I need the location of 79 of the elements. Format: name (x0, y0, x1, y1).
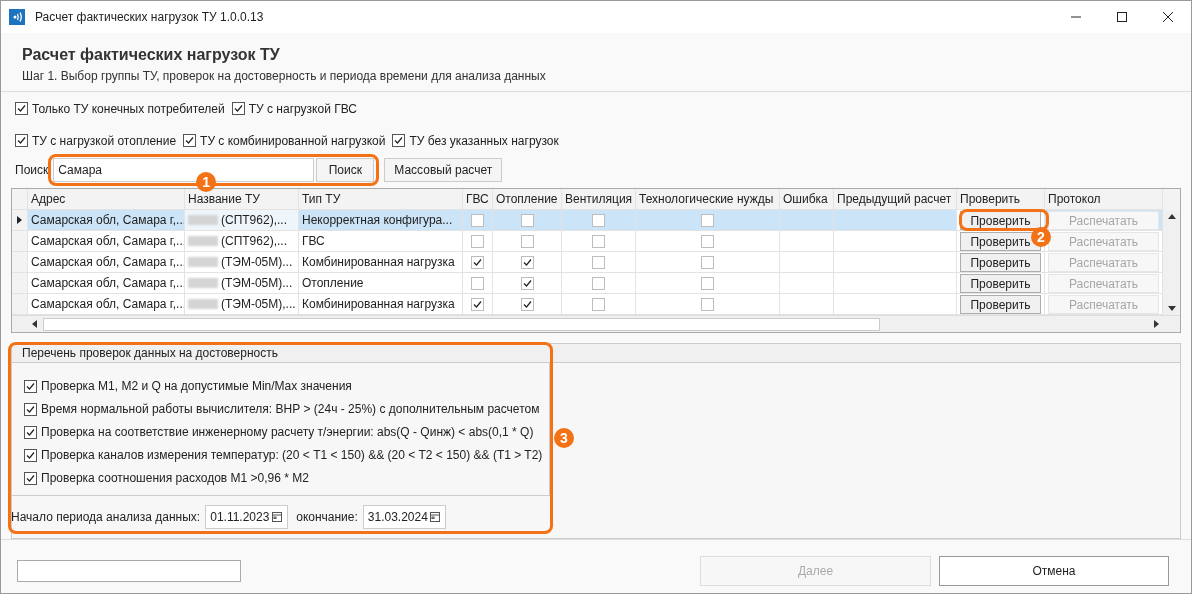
checkbox[interactable] (24, 379, 37, 393)
row-header[interactable] (12, 210, 28, 231)
search-button[interactable]: Поиск (316, 158, 375, 182)
checkbox-label: ТУ с нагрузкой ГВС (248, 100, 357, 118)
checkbox[interactable] (592, 213, 605, 227)
scroll-thumb[interactable] (43, 317, 880, 331)
date-label: Начало периода анализа данных: (11, 509, 201, 526)
checkbox-label: Проверка каналов измерения температур: (20 < T1 < 150) && (20 < T2 < 150) && (T1 > T2) (41, 447, 543, 464)
checkbox[interactable] (701, 234, 714, 248)
checkbox[interactable] (24, 448, 37, 462)
date-field[interactable]: 01.11.2023 (205, 505, 289, 529)
search-label: Поиск (15, 162, 49, 179)
scroll-down-icon[interactable] (1167, 306, 1176, 311)
vertical-scrollbar[interactable] (1163, 210, 1180, 315)
checkbox-label: Время нормальной работы вычислителя: ВНР > (24ч - 25%) с дополнительным расчетом (41, 401, 540, 418)
calendar-icon[interactable] (271, 511, 284, 523)
checkbox-label: Проверка на соответствие инженерному расчету т/энергии: abs(Q - Qинж) < abs(0,1 * Q) (41, 424, 534, 441)
window-title: Расчет фактических нагрузок ТУ 1.0.0.13 (35, 9, 264, 26)
maximize-icon (1117, 12, 1127, 22)
checkbox[interactable] (471, 297, 484, 311)
checkbox[interactable] (701, 213, 714, 227)
page-title: Расчет фактических нагрузок ТУ (22, 45, 281, 65)
table-cell-text: (ТЭМ-05М)... (221, 275, 293, 292)
panel-header: Перечень проверок данных на достоверность (12, 344, 1180, 363)
checkbox[interactable] (231, 102, 245, 115)
checkbox[interactable] (183, 134, 197, 147)
app-icon (9, 9, 25, 25)
checkbox[interactable] (520, 255, 534, 269)
checkbox[interactable] (701, 276, 714, 290)
checkbox[interactable] (15, 102, 28, 115)
checkbox-label: Проверка M1, M2 и Q на допустимые Min/Max значения (41, 378, 352, 395)
redacted-blur (188, 236, 218, 246)
checkbox-label: Только ТУ конечных потребителей (32, 100, 225, 118)
checkbox[interactable] (24, 425, 37, 439)
checkbox[interactable] (15, 134, 28, 147)
checkbox[interactable] (592, 234, 605, 248)
checkbox[interactable] (471, 234, 484, 248)
checkbox[interactable] (392, 134, 406, 147)
checkbox[interactable] (592, 255, 605, 269)
check-button[interactable]: Проверить (960, 252, 1041, 272)
checkbox[interactable] (520, 213, 534, 227)
calendar-icon[interactable] (428, 511, 441, 523)
scroll-up-icon[interactable] (1167, 214, 1176, 219)
checkbox-label: ТУ с комбинированной нагрузкой (200, 132, 386, 150)
checkbox[interactable] (592, 297, 605, 311)
checkbox[interactable] (471, 276, 484, 290)
checkbox[interactable] (471, 255, 484, 269)
callout-badge: 3 (554, 428, 574, 448)
table-cell-text: (ТЭМ-05М),... (221, 296, 296, 313)
checkbox[interactable] (592, 276, 605, 290)
date-label: окончание: (296, 509, 358, 526)
close-icon (1163, 12, 1173, 22)
checkbox[interactable] (701, 255, 714, 269)
checkbox[interactable] (520, 276, 534, 290)
checkbox[interactable] (471, 213, 484, 227)
redacted-blur (188, 278, 218, 288)
redacted-blur (188, 299, 218, 309)
checkbox-label: Проверка соотношения расходов M1 >0,96 * M2 (41, 470, 309, 487)
scroll-right-icon[interactable] (1154, 320, 1159, 328)
date-field[interactable]: 31.03.2024 (362, 505, 446, 529)
checkbox[interactable] (520, 297, 534, 311)
table-cell-text: (ТЭМ-05М)... (221, 254, 293, 271)
row-pointer-icon (17, 216, 22, 224)
table-cell-text: (СПТ962),... (221, 212, 287, 229)
checkbox[interactable] (24, 471, 37, 485)
checkbox-label: ТУ без указанных нагрузок (409, 132, 559, 150)
check-button[interactable]: Проверить (960, 294, 1041, 314)
checkbox[interactable] (24, 402, 37, 416)
mass-calc-button[interactable]: Массовый расчет (384, 158, 503, 182)
checkbox[interactable] (701, 297, 714, 311)
redacted-blur (188, 257, 218, 267)
checkbox-label: ТУ с нагрузкой отопление (32, 132, 177, 150)
check-button[interactable]: Проверить (960, 273, 1041, 293)
checkbox[interactable] (520, 234, 534, 248)
table-cell-text: (СПТ962),... (221, 233, 287, 250)
redacted-blur (188, 215, 218, 225)
page-subtitle: Шаг 1. Выбор группы ТУ, проверок на достоверность и периода времени для анализа данных (22, 68, 547, 85)
scroll-left-icon[interactable] (32, 320, 37, 328)
cancel-button[interactable]: Отмена (939, 555, 1169, 586)
